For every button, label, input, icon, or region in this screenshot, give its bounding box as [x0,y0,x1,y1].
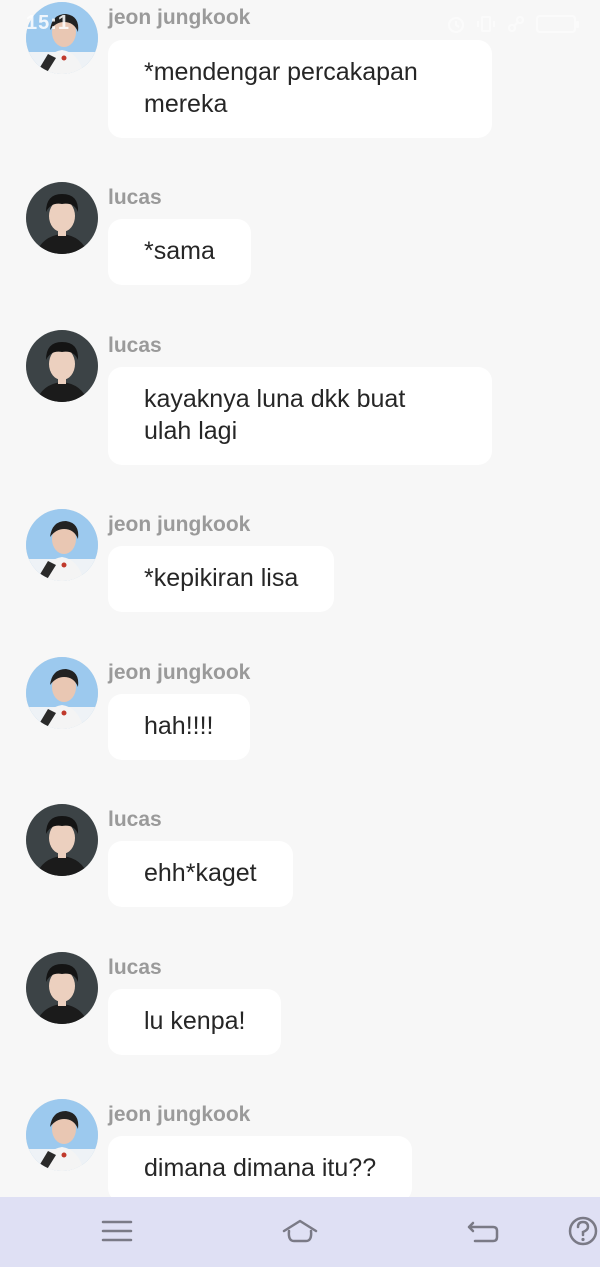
system-nav-bar [0,1197,600,1267]
sender-name: lucas [108,334,162,357]
avatar-jungkook[interactable] [26,2,98,74]
avatar-jungkook[interactable] [26,657,98,729]
sender-name: jeon jungkook [108,513,251,536]
sender-name: lucas [108,956,162,979]
avatar-jungkook[interactable] [26,509,98,581]
avatar-lucas[interactable] [26,804,98,876]
home-icon[interactable] [280,1213,320,1249]
sender-name: lucas [108,186,162,209]
message-bubble[interactable]: hah!!!! [108,694,250,760]
message-bubble[interactable]: *kepikiran lisa [108,546,335,612]
avatar-lucas[interactable] [26,952,98,1024]
help-icon[interactable] [563,1213,600,1249]
avatar-jungkook[interactable] [26,1099,98,1171]
chat-thread[interactable]: jeon jungkook *mendengar percakapan mere… [0,0,600,1197]
message-bubble[interactable]: *mendengar percakapan mereka [108,40,492,138]
message-bubble[interactable]: kayaknya luna dkk buat ulah lagi [108,367,492,465]
message-bubble[interactable]: *sama [108,219,251,285]
avatar-lucas[interactable] [26,182,98,254]
message-bubble[interactable]: lu kenpa! [108,989,282,1055]
avatar-lucas[interactable] [26,330,98,402]
sender-name: jeon jungkook [108,661,251,684]
sender-name: jeon jungkook [108,1103,251,1126]
sender-name: lucas [108,808,162,831]
menu-icon[interactable] [97,1213,137,1249]
sender-name: jeon jungkook [108,6,251,29]
back-icon[interactable] [463,1213,503,1249]
message-bubble[interactable]: dimana dimana itu?? [108,1136,413,1197]
message-bubble[interactable]: ehh*kaget [108,841,293,907]
